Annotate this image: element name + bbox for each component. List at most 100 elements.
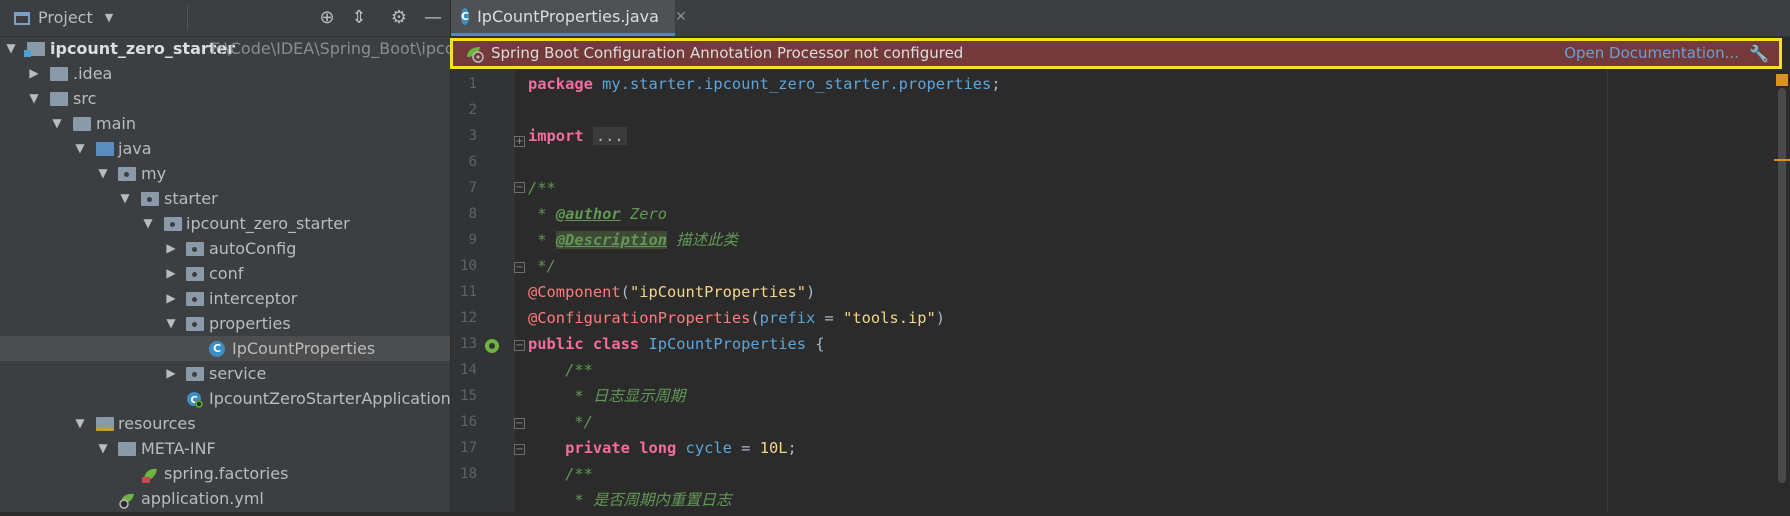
tree-item-my[interactable]: ▼ my xyxy=(0,161,450,186)
line-number: 7 xyxy=(468,180,477,196)
tree-item-main[interactable]: ▼ main xyxy=(0,111,450,136)
keyword-token: public class xyxy=(528,335,640,353)
tree-item-label: my xyxy=(141,164,167,183)
tree-item-service[interactable]: ▶ service xyxy=(0,361,450,386)
expand-arrow-icon[interactable]: ▼ xyxy=(73,136,87,161)
annotation-token: @ConfigurationProperties xyxy=(528,309,751,327)
tree-item-starter[interactable]: ▼ starter xyxy=(0,186,450,211)
tab-label: IpCountProperties.java xyxy=(477,7,659,26)
close-icon[interactable]: ✕ xyxy=(675,9,687,25)
line-number: 16 xyxy=(460,414,477,430)
wrench-icon[interactable]: 🔧 xyxy=(1749,41,1769,66)
expand-arrow-icon[interactable]: ▼ xyxy=(73,411,87,436)
tree-item-idea[interactable]: ▶ .idea xyxy=(0,61,450,86)
code-line: public class IpCountProperties { xyxy=(528,331,825,357)
tree-item-meta-inf[interactable]: ▼ META-INF xyxy=(0,436,450,461)
line-number: 9 xyxy=(468,232,477,248)
expand-arrow-icon[interactable]: ▼ xyxy=(118,186,132,211)
locate-target-icon[interactable]: ⊕ xyxy=(316,0,338,36)
warning-marker-icon[interactable] xyxy=(1776,74,1788,86)
line-number: 13 xyxy=(460,336,477,352)
open-documentation-link[interactable]: Open Documentation... xyxy=(1564,41,1739,66)
gear-icon[interactable]: ⚙ xyxy=(388,0,410,36)
fold-toggle-icon[interactable]: − xyxy=(514,418,525,429)
line-number: 18 xyxy=(460,466,477,482)
tree-item-src[interactable]: ▼ src xyxy=(0,86,450,111)
expand-arrow-icon[interactable]: ▼ xyxy=(164,311,178,336)
spring-bean-gutter-icon[interactable] xyxy=(484,338,500,354)
tree-item-ipcountproperties[interactable]: C IpCountProperties xyxy=(0,336,450,361)
expand-arrow-icon[interactable]: ▼ xyxy=(141,211,155,236)
line-number: 14 xyxy=(460,362,477,378)
punct-token: ; xyxy=(991,75,1001,93)
collapsed-arrow-icon[interactable]: ▶ xyxy=(164,261,178,286)
keyword-token: private long xyxy=(528,439,677,457)
number-token: 10L xyxy=(759,439,788,457)
package-icon xyxy=(164,217,182,231)
error-stripe-marker[interactable] xyxy=(1774,159,1790,161)
tree-item-conf[interactable]: ▶ conf xyxy=(0,261,450,286)
fold-toggle-icon[interactable]: + xyxy=(514,136,525,147)
line-number: 1 xyxy=(468,76,477,92)
package-icon xyxy=(186,317,204,331)
tree-item-application-yml[interactable]: application.yml xyxy=(0,486,450,511)
code-line: private long cycle = 10L; xyxy=(528,435,797,461)
project-panel-header: Project ▼ ⊕ ⇕ ⚙ — xyxy=(0,0,450,37)
tree-item-java[interactable]: ▼ java xyxy=(0,136,450,161)
right-margin-guide xyxy=(1607,70,1608,512)
tab-ipcountproperties[interactable]: C IpCountProperties.java ✕ xyxy=(451,0,687,36)
collapsed-arrow-icon[interactable]: ▶ xyxy=(164,236,178,261)
folder-icon xyxy=(50,92,68,106)
fold-toggle-icon[interactable]: − xyxy=(514,444,525,455)
tree-item-spring-factories[interactable]: spring.factories xyxy=(0,461,450,486)
chevron-down-icon: ▼ xyxy=(104,11,114,24)
notification-banner: Spring Boot Configuration Annotation Pro… xyxy=(450,38,1782,69)
tree-item-module-root[interactable]: ▼ ipcount_zero_starter F:\Code\IDEA\Spri… xyxy=(0,36,464,61)
tree-item-autoconfig[interactable]: ▶ autoConfig xyxy=(0,236,450,261)
collapsed-arrow-icon[interactable]: ▶ xyxy=(27,61,41,86)
tree-item-label: .idea xyxy=(73,64,113,83)
fold-toggle-icon[interactable]: − xyxy=(514,182,525,193)
folder-icon xyxy=(118,442,136,456)
tree-item-interceptor[interactable]: ▶ interceptor xyxy=(0,286,450,311)
collapsed-arrow-icon[interactable]: ▶ xyxy=(164,286,178,311)
expand-arrow-icon[interactable]: ▼ xyxy=(50,111,64,136)
code-line: /** xyxy=(528,179,556,197)
code-line: package my.starter.ipcount_zero_starter.… xyxy=(528,71,1001,97)
tree-item-label: application.yml xyxy=(141,489,264,508)
expand-arrow-icon[interactable]: ▼ xyxy=(96,161,110,186)
tree-item-properties[interactable]: ▼ properties xyxy=(0,311,450,336)
expand-arrow-icon[interactable]: ▼ xyxy=(96,436,110,461)
code-editor[interactable]: package my.starter.ipcount_zero_starter.… xyxy=(528,70,1608,512)
project-view-selector[interactable]: Project ▼ xyxy=(14,0,113,36)
vertical-scrollbar[interactable] xyxy=(1774,70,1790,512)
param-token: prefix xyxy=(759,309,816,327)
editor-gutter: 1 2 3 6 7 8 9 10 11 12 13 14 15 16 17 18 xyxy=(451,70,515,512)
folded-imports[interactable]: ... xyxy=(592,127,627,145)
package-icon xyxy=(141,192,159,206)
tree-item-label: IpcountZeroStarterApplication xyxy=(209,389,451,408)
fold-toggle-icon[interactable]: − xyxy=(514,340,525,351)
banner-message: Spring Boot Configuration Annotation Pro… xyxy=(491,44,964,62)
tree-item-ipcount-package[interactable]: ▼ ipcount_zero_starter xyxy=(0,211,450,236)
line-number: 3 xyxy=(468,128,477,144)
collapse-all-icon[interactable]: ⇕ xyxy=(348,0,370,36)
expand-arrow-icon[interactable]: ▼ xyxy=(4,36,18,61)
tree-item-label: resources xyxy=(118,414,196,433)
punct-token: = xyxy=(815,309,844,327)
tree-item-application-class[interactable]: C IpcountZeroStarterApplication xyxy=(0,386,451,411)
string-token: "tools.ip" xyxy=(843,309,936,327)
package-icon xyxy=(186,267,204,281)
module-folder-icon xyxy=(24,42,45,57)
tree-item-label: starter xyxy=(164,189,218,208)
collapsed-arrow-icon[interactable]: ▶ xyxy=(164,361,178,386)
spring-warning-icon xyxy=(465,45,485,63)
tree-item-label: interceptor xyxy=(209,289,298,308)
tree-item-resources[interactable]: ▼ resources xyxy=(0,411,450,436)
punct-token: ( xyxy=(620,283,630,301)
project-title: Project xyxy=(38,8,93,27)
scroll-thumb[interactable] xyxy=(1778,88,1786,483)
expand-arrow-icon[interactable]: ▼ xyxy=(27,86,41,111)
minimize-icon[interactable]: — xyxy=(422,0,444,36)
fold-toggle-icon[interactable]: − xyxy=(514,262,525,273)
